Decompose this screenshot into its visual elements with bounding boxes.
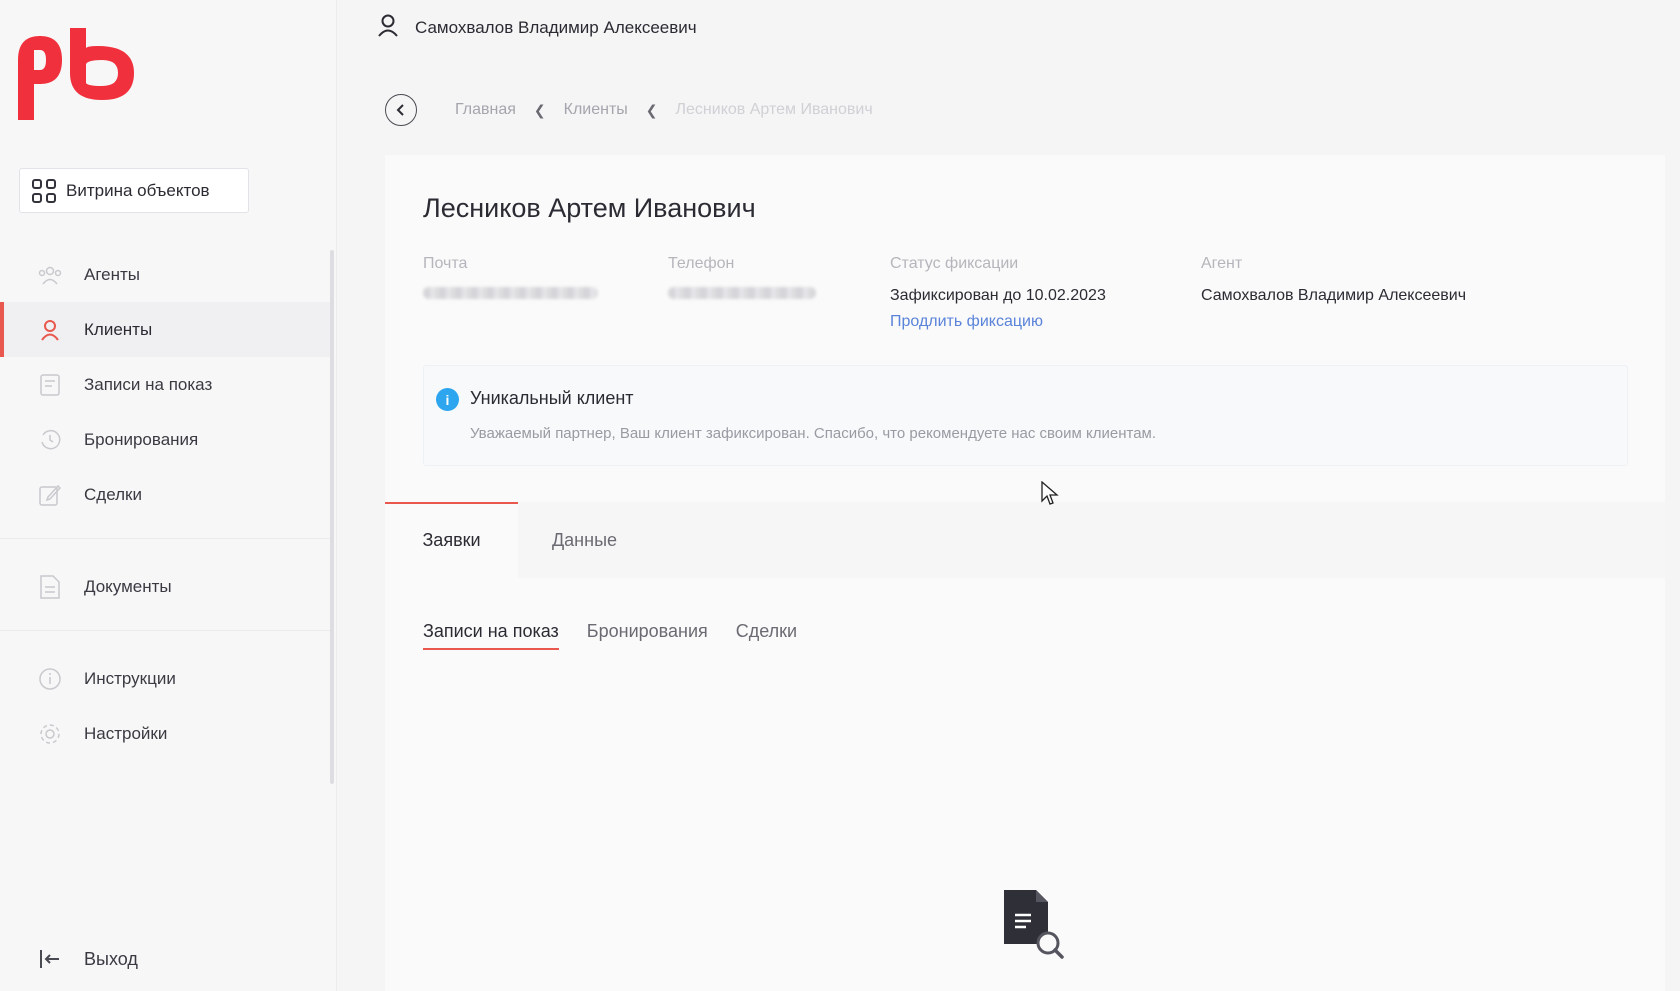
unique-client-alert: i Уникальный клиент Уважаемый партнер, В… [423, 365, 1628, 466]
phone-label: Телефон [668, 255, 735, 272]
sidebar-item-label: Бронирования [84, 429, 199, 449]
subtabs: Записи на показ Бронирования Сделки [423, 621, 797, 650]
breadcrumb-home[interactable]: Главная [455, 101, 516, 119]
breadcrumb-current: Лесников Артем Иванович [675, 101, 873, 118]
email-value-blurred [423, 287, 598, 299]
mouse-cursor-icon [1041, 481, 1059, 505]
logout-icon [38, 947, 62, 971]
tabs: Заявки Данные [385, 502, 1665, 578]
nav-divider [0, 630, 330, 631]
status-label: Статус фиксации [890, 255, 1019, 272]
page-title: Лесников Артем Иванович [423, 193, 756, 223]
chevron-left-icon [396, 104, 404, 116]
sidebar-scrollbar[interactable] [330, 250, 334, 784]
showcase-button[interactable]: Витрина объектов [19, 168, 249, 213]
sidebar-nav: Агенты Клиенты Записи на показ Бронирова… [0, 247, 330, 761]
phone-value-blurred [668, 287, 816, 299]
brand-logo[interactable] [18, 28, 134, 123]
sidebar-item-documents[interactable]: Документы [0, 559, 330, 614]
booking-icon [38, 428, 62, 452]
sidebar-item-label: Записи на показ [84, 374, 213, 394]
status-value: Зафиксирован до 10.02.2023 [890, 287, 1106, 304]
subtab-bookings[interactable]: Бронирования [587, 621, 708, 650]
info-icon [38, 667, 62, 691]
sidebar-item-label: Инструкции [84, 668, 176, 688]
status-block: Статус фиксации Зафиксирован до 10.02.20… [890, 255, 1180, 331]
top-header: Самохвалов Владимир Алексеевич [337, 0, 1680, 55]
agent-value: Самохвалов Владимир Алексеевич [1201, 287, 1467, 304]
showing-icon [38, 373, 62, 397]
sidebar-item-clients[interactable]: Клиенты [0, 302, 330, 357]
subtab-showings[interactable]: Записи на показ [423, 621, 559, 650]
client-card: Лесников Артем Иванович Почта Телефон Ст… [385, 155, 1665, 991]
deal-icon [38, 483, 62, 507]
breadcrumb: Главная ❮ Клиенты ❮ Лесников Артем Ивано… [385, 94, 873, 126]
header-user-name[interactable]: Самохвалов Владимир Алексеевич [415, 18, 697, 38]
sidebar-item-agents[interactable]: Агенты [0, 247, 330, 302]
tab-requests[interactable]: Заявки [385, 502, 518, 578]
grid-icon [32, 178, 56, 203]
agent-block: Агент Самохвалов Владимир Алексеевич [1201, 255, 1541, 305]
alert-text: Уважаемый партнер, Ваш клиент зафиксиров… [470, 425, 1157, 442]
extend-fixation-link[interactable]: Продлить фиксацию [890, 313, 1043, 331]
sidebar-item-bookings[interactable]: Бронирования [0, 412, 330, 467]
sidebar: Витрина объектов Агенты Клиенты Записи н… [0, 0, 337, 991]
sidebar-item-settings[interactable]: Настройки [0, 706, 330, 761]
subtab-deals[interactable]: Сделки [736, 621, 797, 650]
document-search-icon [1004, 890, 1064, 959]
sidebar-item-instructions[interactable]: Инструкции [0, 651, 330, 706]
user-icon[interactable] [377, 13, 399, 42]
document-icon [38, 574, 62, 599]
sidebar-item-label: Агенты [84, 264, 141, 284]
sidebar-item-label: Сделки [84, 484, 142, 504]
alert-title: Уникальный клиент [470, 388, 634, 408]
breadcrumb-clients[interactable]: Клиенты [564, 101, 628, 119]
back-button[interactable] [385, 94, 417, 126]
email-label: Почта [423, 255, 468, 272]
gear-icon [38, 722, 62, 746]
agents-icon [38, 263, 62, 287]
phone-block: Телефон [668, 255, 838, 299]
sidebar-item-deals[interactable]: Сделки [0, 467, 330, 522]
chevron-left-icon: ❮ [645, 101, 658, 118]
nav-divider [0, 538, 330, 539]
showcase-label: Витрина объектов [66, 180, 210, 200]
email-block: Почта [423, 255, 623, 299]
sidebar-item-showings[interactable]: Записи на показ [0, 357, 330, 412]
chevron-left-icon: ❮ [533, 101, 546, 118]
agent-label: Агент [1201, 255, 1243, 272]
sidebar-item-label: Настройки [84, 723, 168, 743]
sidebar-item-label: Документы [84, 576, 172, 596]
logout-button[interactable]: Выход [38, 947, 138, 971]
client-icon [38, 318, 62, 342]
logout-label: Выход [84, 948, 138, 969]
sidebar-item-label: Клиенты [84, 319, 153, 339]
info-icon: i [436, 388, 459, 411]
tab-data[interactable]: Данные [518, 502, 651, 578]
